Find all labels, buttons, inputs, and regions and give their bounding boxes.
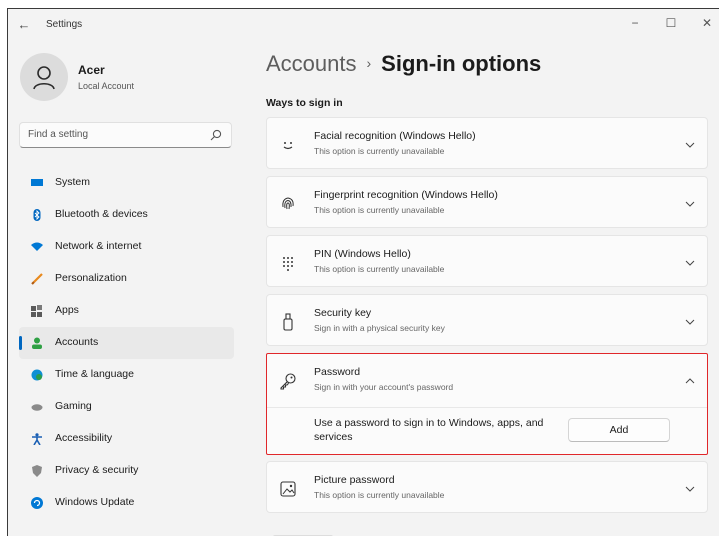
settings-window: ← Settings − ☐ ✕ Acer Local Account Find… [7, 8, 719, 536]
search-input[interactable]: Find a setting [19, 122, 232, 148]
chevron-down-icon[interactable] [685, 317, 695, 327]
wifi-icon [31, 242, 43, 251]
option-title: Facial recognition (Windows Hello) [314, 130, 476, 142]
sidebar-item-bluetooth[interactable]: Bluetooth & devices [19, 199, 234, 231]
profile-name: Acer [78, 63, 105, 77]
option-subtitle: This option is currently unavailable [314, 264, 445, 274]
sidebar-item-network[interactable]: Network & internet [19, 231, 234, 263]
arrow-left-icon: ← [17, 17, 31, 32]
search-placeholder: Find a setting [28, 129, 89, 140]
option-facial-recognition[interactable]: Facial recognition (Windows Hello) This … [266, 117, 708, 169]
sidebar-item-label: Gaming [55, 400, 92, 412]
sidebar-nav: System Bluetooth & devices Network & int… [19, 167, 234, 519]
update-icon [31, 497, 43, 509]
sidebar-item-privacy-security[interactable]: Privacy & security [19, 455, 234, 487]
option-subtitle: Sign in with your account's password [314, 382, 454, 392]
option-title: Security key [314, 307, 372, 319]
picture-icon [280, 481, 296, 497]
title-bar: ← Settings − ☐ ✕ [8, 9, 719, 41]
option-subtitle: This option is currently unavailable [314, 146, 445, 156]
sidebar-item-label: Accounts [55, 336, 99, 348]
sidebar-item-time-language[interactable]: Time & language [19, 359, 234, 391]
apps-icon [31, 305, 42, 317]
chevron-up-icon[interactable] [685, 376, 695, 386]
sidebar-item-gaming[interactable]: Gaming [19, 391, 234, 423]
accounts-icon [32, 337, 42, 349]
sidebar-item-label: Time & language [55, 368, 134, 380]
shield-icon [32, 465, 42, 477]
app-title: Settings [46, 19, 83, 30]
globe-clock-icon [31, 369, 43, 381]
sidebar-item-personalization[interactable]: Personalization [19, 263, 234, 295]
sidebar-item-label: Privacy & security [55, 464, 139, 476]
profile-account-type: Local Account [78, 81, 135, 91]
page-title: Sign-in options [381, 51, 542, 76]
sidebar-item-label: Network & internet [55, 240, 142, 252]
breadcrumb-parent[interactable]: Accounts [266, 51, 357, 76]
chevron-down-icon[interactable] [685, 484, 695, 494]
sidebar-item-accounts[interactable]: Accounts [19, 327, 234, 359]
brush-icon [31, 273, 43, 285]
option-password[interactable]: Password Sign in with your account's pas… [266, 353, 708, 455]
bluetooth-icon [33, 209, 41, 221]
chevron-down-icon[interactable] [685, 199, 695, 209]
person-icon [33, 66, 55, 90]
keypad-icon [283, 257, 293, 271]
sidebar-item-label: System [55, 176, 91, 188]
sidebar-item-label: Bluetooth & devices [55, 208, 148, 220]
accessibility-icon [32, 433, 42, 445]
option-pin[interactable]: PIN (Windows Hello) This option is curre… [266, 235, 708, 287]
option-subtitle: This option is currently unavailable [314, 205, 445, 215]
face-icon [283, 142, 293, 150]
option-security-key[interactable]: Security key Sign in with a physical sec… [266, 294, 708, 346]
sidebar-item-label: Accessibility [55, 432, 113, 444]
sidebar-item-label: Apps [55, 304, 79, 316]
maximize-button[interactable]: ☐ [656, 13, 686, 33]
option-subtitle: Sign in with a physical security key [314, 323, 445, 333]
sidebar-item-system[interactable]: System [19, 167, 234, 199]
password-description: Use a password to sign in to Windows, ap… [314, 417, 544, 443]
divider [267, 407, 707, 408]
breadcrumb-separator-icon: › [366, 55, 372, 71]
sidebar-item-label: Windows Update [55, 496, 135, 508]
option-fingerprint[interactable]: Fingerprint recognition (Windows Hello) … [266, 176, 708, 228]
option-picture-password[interactable]: Picture password This option is currentl… [266, 461, 708, 513]
option-subtitle: This option is currently unavailable [314, 490, 445, 500]
search-icon [210, 129, 222, 141]
breadcrumb: Accounts › Sign-in options [266, 51, 541, 77]
sidebar-item-accessibility[interactable]: Accessibility [19, 423, 234, 455]
key-icon [280, 373, 296, 390]
option-title: PIN (Windows Hello) [314, 248, 411, 260]
minimize-button[interactable]: − [620, 13, 650, 33]
option-title: Fingerprint recognition (Windows Hello) [314, 189, 498, 201]
sidebar-item-label: Personalization [55, 272, 127, 284]
add-password-button[interactable]: Add [568, 418, 670, 442]
chevron-down-icon[interactable] [685, 258, 695, 268]
section-title: Ways to sign in [266, 97, 343, 109]
monitor-icon [31, 179, 43, 186]
close-button[interactable]: ✕ [692, 13, 719, 33]
chevron-down-icon[interactable] [685, 140, 695, 150]
sidebar-item-windows-update[interactable]: Windows Update [19, 487, 234, 519]
user-profile[interactable]: Acer Local Account [20, 53, 240, 103]
fingerprint-icon [282, 197, 294, 210]
back-button[interactable]: ← [16, 17, 32, 33]
usb-key-icon [283, 313, 293, 331]
option-title: Picture password [314, 474, 395, 486]
sidebar-item-apps[interactable]: Apps [19, 295, 234, 327]
option-title: Password [314, 366, 361, 378]
avatar [20, 53, 68, 101]
gamepad-icon [31, 404, 43, 411]
